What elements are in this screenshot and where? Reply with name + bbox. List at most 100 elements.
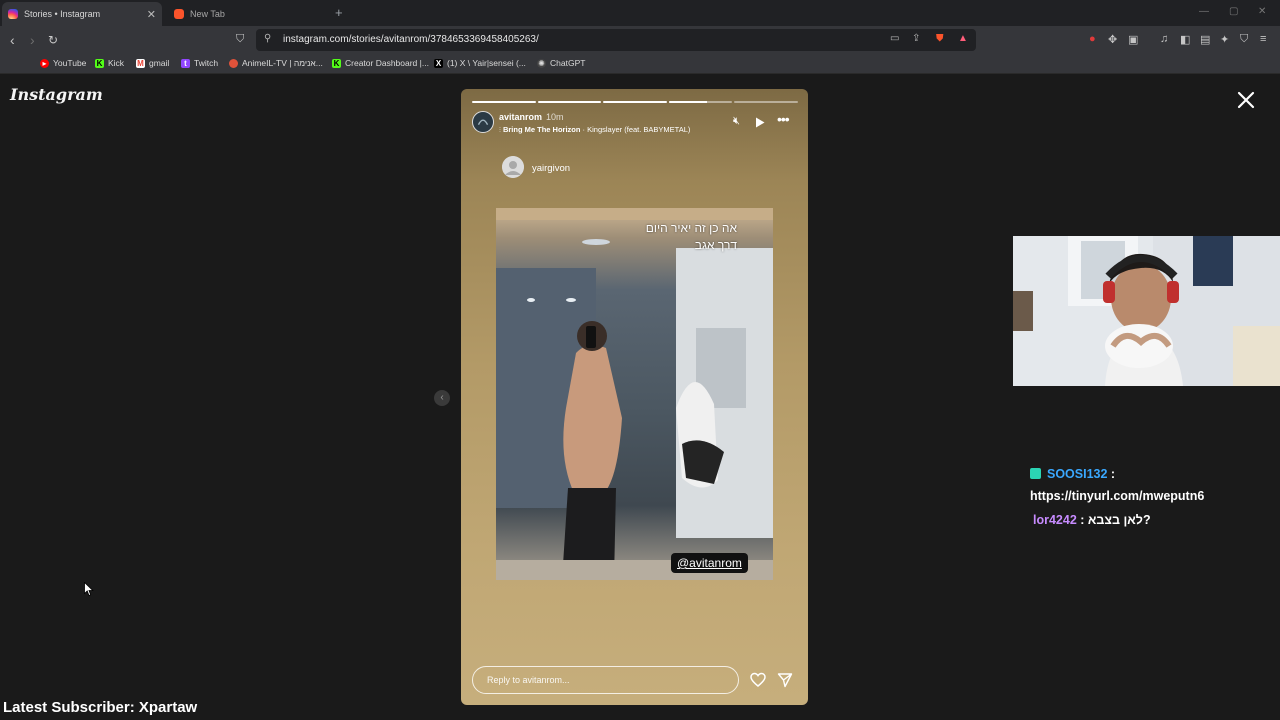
close-window-icon[interactable]: ✕ (1258, 6, 1266, 17)
close-icon[interactable] (1236, 90, 1256, 110)
cast-icon[interactable]: ▭ (890, 33, 899, 44)
progress-segment (734, 101, 798, 103)
locker-room-photo (496, 208, 773, 580)
chat-username: lor4242 (1033, 513, 1077, 527)
story-viewer[interactable]: avitanrom 10m ⫶ Bring Me The Horizon · K… (461, 89, 808, 705)
wallet-icon[interactable]: ▤ (1200, 33, 1210, 46)
close-tab-icon[interactable]: ✕ (147, 8, 156, 21)
extensions-icon[interactable]: ✥ (1108, 33, 1117, 46)
chatgpt-icon: ✺ (537, 58, 546, 68)
brave-rewards-icon[interactable]: ▲ (958, 33, 968, 44)
progress-segment (537, 101, 602, 103)
progress-segment-fill (668, 101, 707, 103)
youtube-icon: ▸ (40, 58, 49, 68)
song-title: Bring Me The Horizon (502, 125, 581, 134)
extension-red-icon[interactable]: ● (1089, 33, 1096, 45)
brave-icon (174, 9, 184, 19)
avatar[interactable] (472, 111, 494, 133)
heart-icon[interactable] (750, 672, 766, 688)
caption-line: אה כן זה יאיר היום (645, 221, 737, 235)
latest-subscriber-banner: Latest Subscriber: Xpartaw (3, 699, 198, 716)
story-music-info[interactable]: ⫶ Bring Me The Horizon · Kingslayer (fea… (499, 125, 690, 135)
bookmark-x[interactable]: X (1) X \ Yair|sensei (... (434, 58, 526, 68)
bookmark-chatgpt[interactable]: ✺ ChatGPT (537, 58, 585, 68)
bookmarks-bar: ▸ YouTube K Kick M gmail t Twitch AnimeI… (0, 54, 1280, 122)
browser-toolbar: ‹ › ↻ ⛉ ⚲ instagram.com/stories/avitanro… (0, 26, 1280, 54)
reply-box[interactable] (472, 666, 739, 694)
progress-segment (668, 101, 733, 103)
bookmark-icon[interactable]: ⛉ (236, 33, 244, 46)
story-caption: אה כן זה יאיר היום דרך אגב (646, 220, 737, 254)
menu-icon[interactable]: ≡ (1260, 33, 1266, 45)
caption-line: דרך אגב (694, 238, 737, 252)
url-text[interactable]: instagram.com/stories/avitanrom/37846533… (283, 34, 539, 45)
story-username[interactable]: avitanrom (499, 112, 542, 122)
avatar[interactable] (502, 156, 524, 178)
chat-badge-icon (1030, 468, 1041, 479)
new-tab-button[interactable]: + (335, 5, 343, 20)
tab-title: Stories • Instagram (24, 9, 101, 19)
mute-icon[interactable]: 🔇︎ (733, 115, 740, 128)
chat-message-text: לאן בצבא? (1087, 513, 1151, 527)
reload-icon[interactable]: ↻ (48, 33, 58, 47)
x-icon: X (434, 58, 443, 68)
mention-sticker[interactable]: @avitanrom (671, 553, 748, 573)
bookmark-animeil[interactable]: AnimeIL-TV | אנימה... (229, 58, 323, 68)
progress-segment (472, 101, 536, 103)
screen: Stories • Instagram ✕ New Tab + — ▢ ✕ ‹ … (0, 0, 1280, 720)
stream-chat-overlay: SOOSI132 : https://tinyurl.com/mweputn6 … (1030, 463, 1260, 531)
mouse-cursor-icon (84, 582, 94, 597)
twitch-icon: t (181, 58, 190, 68)
kick-icon: K (332, 58, 341, 68)
site-settings-icon[interactable]: ⚲ (264, 33, 271, 44)
bookmark-twitch[interactable]: t Twitch (181, 58, 218, 68)
send-icon[interactable] (777, 672, 793, 688)
story-progress-bar (472, 101, 798, 103)
gmail-icon: M (136, 58, 145, 68)
story-photo: אה כן זה יאיר היום דרך אגב @avitanrom (496, 208, 773, 580)
play-icon[interactable] (755, 117, 765, 128)
more-options-icon[interactable]: ••• (777, 111, 790, 127)
song-details: · Kingslayer (feat. BABYMETAL) (580, 125, 691, 134)
tab-stories-instagram[interactable]: Stories • Instagram ✕ (2, 2, 162, 26)
progress-segment-fill (472, 101, 536, 103)
instagram-logo[interactable]: Instagram (10, 85, 103, 104)
forward-icon[interactable]: › (30, 32, 35, 48)
minimize-icon[interactable]: — (1199, 6, 1209, 17)
reply-input[interactable] (473, 667, 738, 693)
progress-segment-fill (537, 101, 602, 103)
bookmark-creator-dashboard[interactable]: K Creator Dashboard |... (332, 58, 429, 68)
bookmark-kick[interactable]: K Kick (95, 58, 124, 68)
progress-segment-fill (603, 101, 667, 103)
chat-message: SOOSI132 : (1030, 463, 1260, 485)
webcam-overlay (1013, 236, 1280, 386)
chat-message-text: https://tinyurl.com/mweputn6 (1030, 489, 1205, 503)
instagram-icon (8, 9, 18, 19)
maximize-icon[interactable]: ▢ (1229, 6, 1238, 17)
kick-icon: K (95, 58, 104, 68)
media-icon[interactable]: ♫ (1160, 33, 1168, 45)
tab-strip: Stories • Instagram ✕ New Tab + — ▢ ✕ (0, 0, 1280, 26)
reposted-story-card: yairgivon אה כן זה יאיר היום דרך אגב @av… (496, 150, 773, 580)
story-timestamp: 10m (546, 112, 564, 122)
chat-username: SOOSI132 (1047, 467, 1108, 481)
animeil-icon (229, 58, 238, 68)
share-icon[interactable]: ⇪ (912, 33, 920, 44)
brave-shields-icon[interactable]: ⛊ (936, 33, 944, 44)
vpn-icon[interactable]: ⛉ (1240, 33, 1248, 46)
address-bar[interactable]: ⚲ instagram.com/stories/avitanrom/378465… (256, 29, 976, 51)
repost-username[interactable]: yairgivon (532, 163, 570, 174)
chat-message: lor4242 : לאן בצבא? (1033, 513, 1151, 527)
webcam-feed (1013, 236, 1280, 386)
instagram-stories-page: Instagram ‹ avitanrom 10m ⫶ Bring Me The… (0, 75, 1280, 720)
extension-box-icon[interactable]: ▣ (1128, 33, 1138, 46)
tab-new-tab[interactable]: New Tab (168, 2, 328, 26)
bookmark-gmail[interactable]: M gmail (136, 58, 169, 68)
leo-ai-icon[interactable]: ✦ (1220, 33, 1229, 46)
back-icon[interactable]: ‹ (10, 32, 15, 48)
bookmark-youtube[interactable]: ▸ YouTube (40, 58, 86, 68)
previous-story-arrow-icon[interactable]: ‹ (434, 390, 450, 406)
progress-segment (603, 101, 667, 103)
sidebar-icon[interactable]: ◧ (1180, 33, 1190, 46)
tab-title: New Tab (190, 9, 225, 19)
